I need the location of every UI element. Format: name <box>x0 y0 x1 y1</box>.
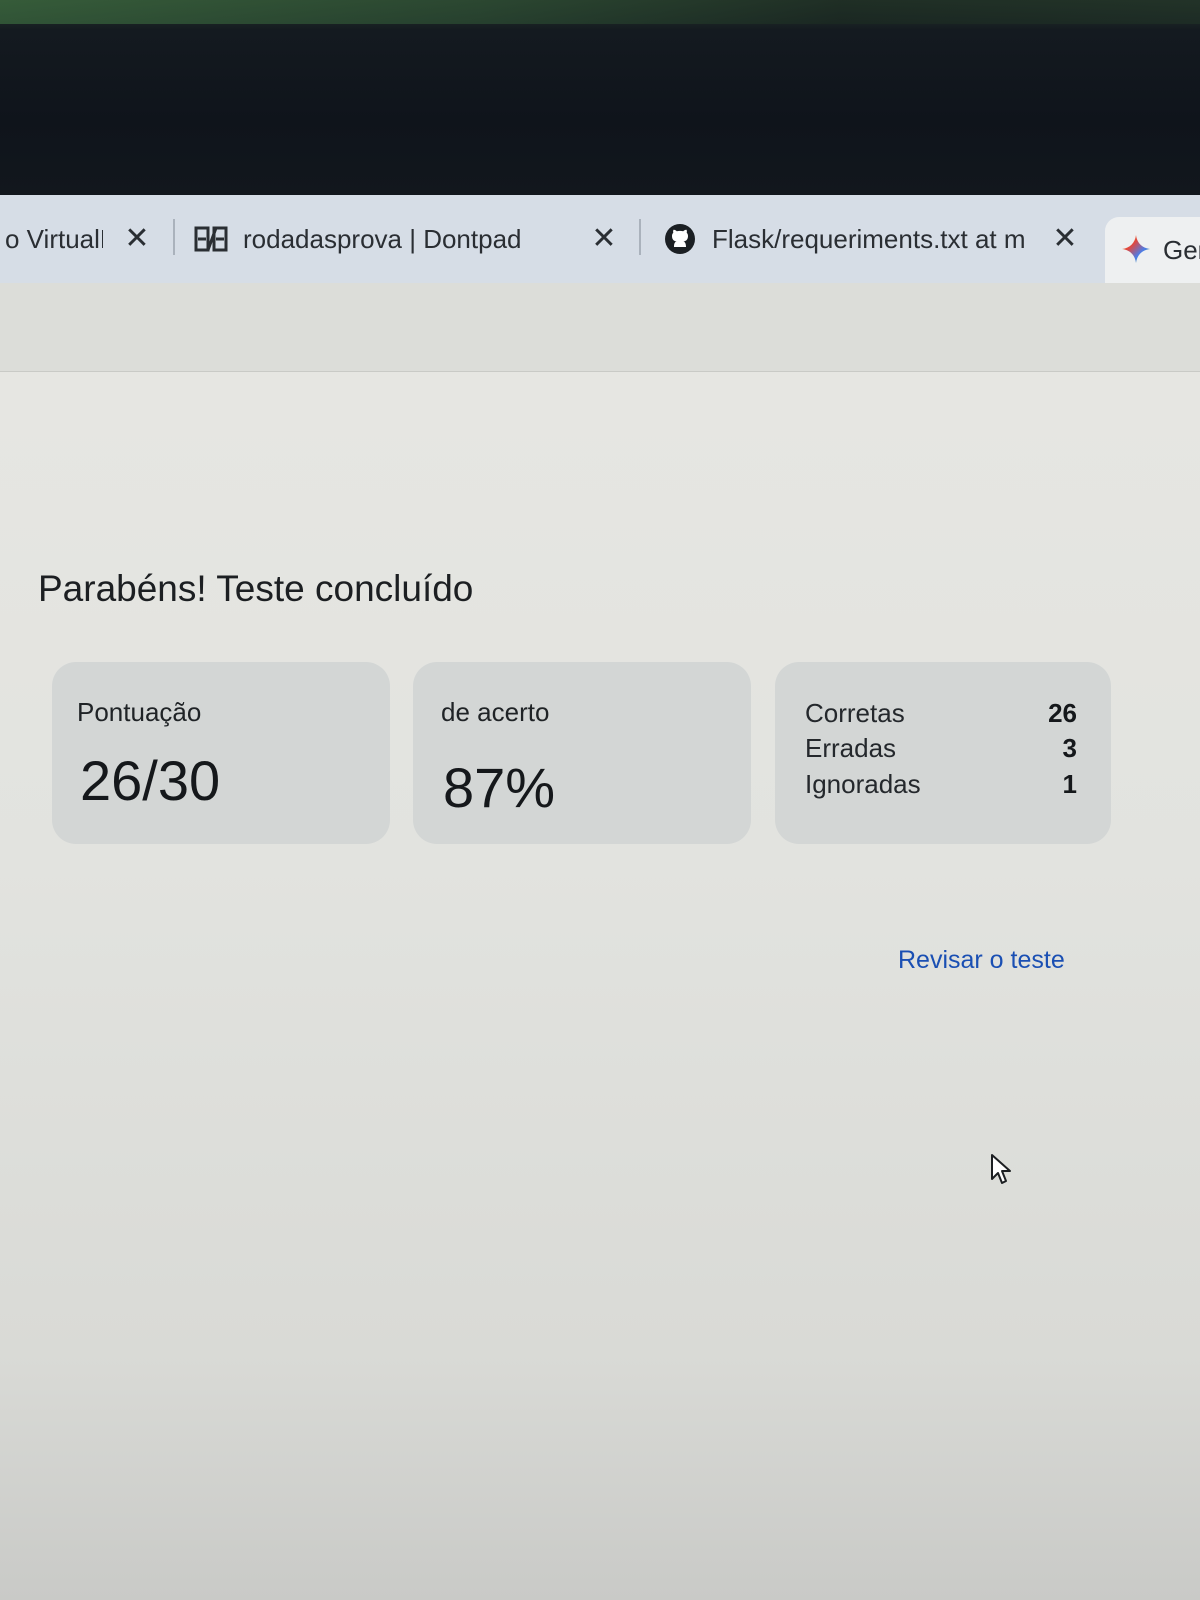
stat-value: 26 <box>1048 698 1077 728</box>
tab-title: Ger <box>1163 235 1200 265</box>
tab-gemini-active[interactable]: Ger <box>1105 217 1200 287</box>
monitor-bezel <box>0 0 1200 195</box>
tab-separator <box>639 219 641 255</box>
stat-label: Erradas <box>805 733 897 763</box>
tab-dontpad[interactable]: rodadasprova | Dontpad ✕ <box>193 195 641 283</box>
percent-label: de acerto <box>441 697 550 727</box>
review-test-link[interactable]: Revisar o teste <box>898 946 1065 975</box>
score-card: Pontuação 26/30 <box>52 662 390 844</box>
stat-label: Corretas <box>805 698 905 728</box>
gemini-sparkle-icon <box>1121 234 1151 269</box>
stats-row-wrong: Erradas 3 <box>805 733 1077 767</box>
page-content <box>0 372 1200 1600</box>
score-label: Pontuação <box>77 697 202 727</box>
browser-toolbar <box>0 283 1200 373</box>
tab-title: rodadasprova | Dontpad <box>243 223 522 254</box>
close-tab-icon[interactable]: ✕ <box>589 222 619 255</box>
page-title: Parabéns! Teste concluído <box>38 568 474 609</box>
stats-row-correct: Corretas 26 <box>805 698 1077 732</box>
bezel-reflection <box>0 0 1200 24</box>
stats-card: Corretas 26 Erradas 3 Ignoradas 1 <box>775 662 1111 844</box>
tab-virtual[interactable]: o VirtualE ✕ <box>0 195 175 283</box>
stat-label: Ignoradas <box>805 769 921 799</box>
score-value: 26/30 <box>80 749 221 812</box>
percent-card: de acerto 87% <box>413 662 751 844</box>
close-tab-icon[interactable]: ✕ <box>1050 222 1080 255</box>
percent-value: 87% <box>443 756 556 819</box>
github-icon <box>662 221 698 257</box>
stat-value: 1 <box>1062 769 1077 799</box>
tab-github-flask[interactable]: Flask/requeriments.txt at main ✕ <box>662 195 1082 283</box>
tab-title: o VirtualE <box>5 223 103 254</box>
close-tab-icon[interactable]: ✕ <box>122 222 152 255</box>
dontpad-icon <box>193 221 229 257</box>
mouse-cursor-icon <box>990 1153 1014 1192</box>
browser-tab-strip: o VirtualE ✕ rodadasprova | Dontpad ✕ Fl… <box>0 195 1200 283</box>
stat-value: 3 <box>1062 733 1077 763</box>
tab-title: Flask/requeriments.txt at main <box>712 223 1024 254</box>
tab-separator <box>173 219 175 255</box>
stats-row-skipped: Ignoradas 1 <box>805 769 1077 803</box>
